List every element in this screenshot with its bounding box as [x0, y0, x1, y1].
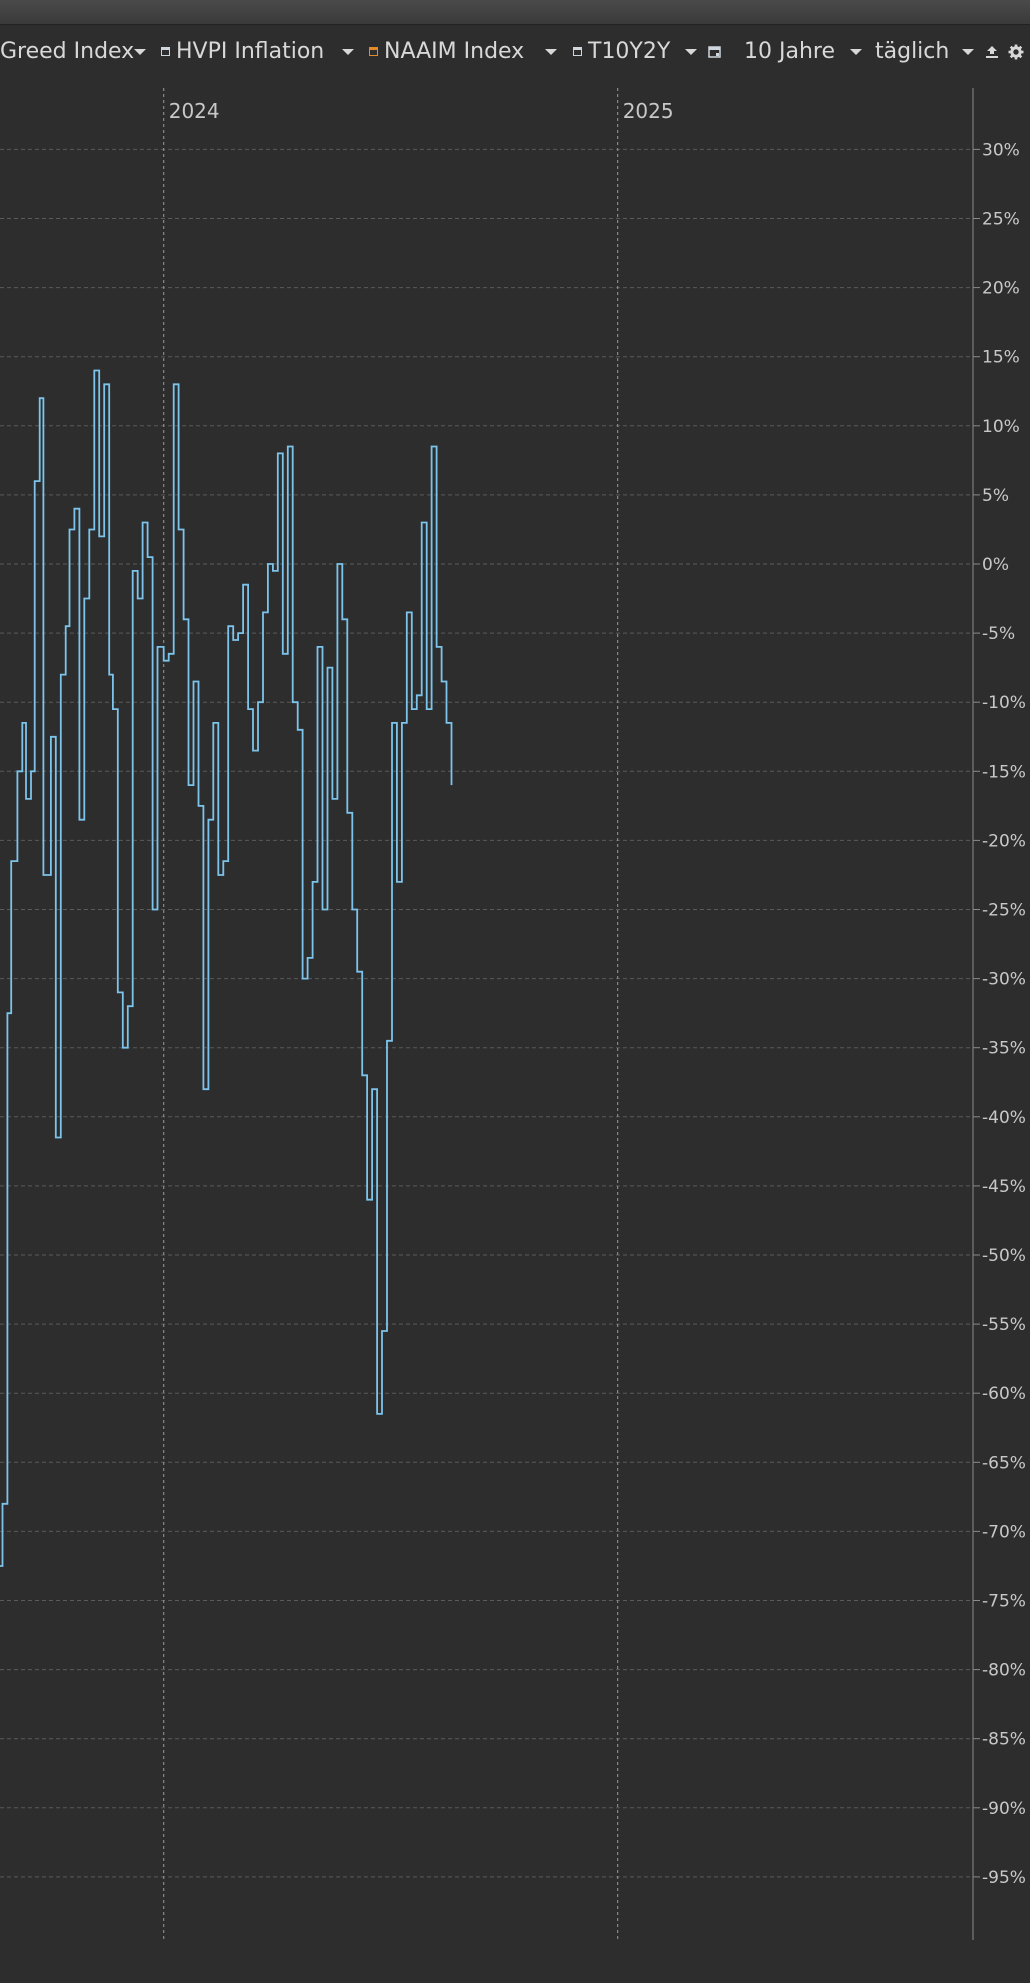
y-tick-label: -85% [982, 1730, 1026, 1750]
y-tick-label: -70% [982, 1522, 1026, 1542]
y-tick-label: -75% [982, 1592, 1026, 1612]
y-tick-label: 10% [982, 417, 1020, 437]
y-tick-label: -40% [982, 1108, 1026, 1128]
y-tick-label: -90% [982, 1799, 1026, 1819]
y-tick-label: -10% [982, 693, 1026, 713]
x-axis-year-labels: 2024 2025 [169, 99, 674, 123]
gridlines [0, 148, 973, 1878]
y-tick-label: 0% [982, 555, 1009, 575]
series-layer [0, 369, 453, 1567]
year-separators [163, 88, 619, 1940]
y-tick-label: -5% [982, 624, 1015, 644]
y-tick-label: -50% [982, 1246, 1026, 1266]
y-tick-label: 15% [982, 348, 1020, 368]
x-tick-label: 2024 [169, 99, 220, 123]
y-tick-label: 30% [982, 140, 1020, 160]
line-chart[interactable]: 30% 25% 20% 15% 10% 5% 0% -5% -10% -15% -20% -25% -3… [0, 0, 1030, 1983]
y-tick-label: -35% [982, 1039, 1026, 1059]
y-tick-label: -55% [982, 1315, 1026, 1335]
y-tick-label: -20% [982, 831, 1026, 851]
y-tick-label: -25% [982, 901, 1026, 921]
y-tick-label: -95% [982, 1868, 1026, 1888]
y-tick-label: -15% [982, 762, 1026, 782]
x-tick-label: 2025 [623, 99, 674, 123]
y-tick-label: -30% [982, 970, 1026, 990]
y-tick-label: 20% [982, 279, 1020, 299]
y-tick-label: -80% [982, 1661, 1026, 1681]
y-tick-label: -60% [982, 1384, 1026, 1404]
y-tick-label: 25% [982, 210, 1020, 230]
series-line[interactable] [0, 369, 453, 1567]
y-axis-ticks: 30% 25% 20% 15% 10% 5% 0% -5% -10% -15% -20% -25% -3… [973, 140, 1026, 1888]
y-tick-label: -65% [982, 1453, 1026, 1473]
y-tick-label: -45% [982, 1177, 1026, 1197]
y-tick-label: 5% [982, 486, 1009, 506]
